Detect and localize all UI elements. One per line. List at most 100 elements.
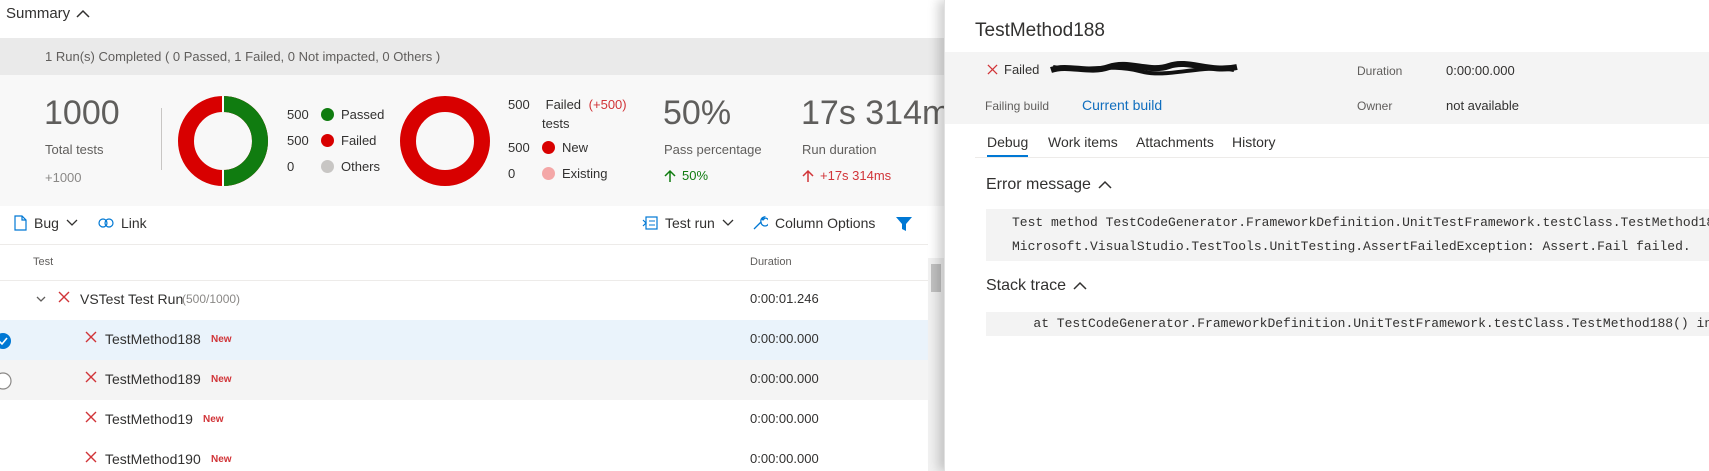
passed-dot-icon — [321, 108, 334, 121]
bug-button[interactable]: Bug — [14, 215, 78, 231]
table-row[interactable]: TestMethod19 New 0:00:00.000 — [0, 400, 928, 440]
chevron-up-icon — [1098, 180, 1112, 189]
details-title: TestMethod188 — [975, 20, 1105, 41]
failed-x-icon — [85, 371, 97, 383]
link-icon — [98, 218, 114, 228]
stack-trace-title: Stack trace — [986, 277, 1067, 294]
table-row[interactable]: TestMethod190 New 0:00:00.000 — [0, 440, 928, 471]
failed-x-icon — [85, 331, 97, 343]
new-badge: New — [211, 334, 232, 345]
failed-x-icon — [987, 63, 998, 75]
pass-percentage-delta: 50% — [664, 168, 708, 183]
stack-trace-box: at TestCodeGenerator.FrameworkDefinition… — [986, 312, 1709, 336]
arrow-up-icon — [664, 169, 676, 182]
test-name: TestMethod188 — [105, 331, 201, 347]
column-header-test[interactable]: Test — [33, 256, 53, 268]
column-options-button[interactable]: Column Options — [752, 215, 875, 231]
legend-failed: 500 Failed — [287, 133, 377, 148]
link-button[interactable]: Link — [98, 215, 147, 231]
wrench-icon — [753, 215, 768, 230]
test-duration: 0:00:00.000 — [750, 451, 819, 466]
failed-x-icon — [85, 411, 97, 423]
tab-history[interactable]: History — [1232, 134, 1276, 150]
divider — [0, 244, 928, 245]
test-run-dropdown[interactable]: Test run — [642, 215, 734, 231]
chevron-down-icon[interactable] — [36, 296, 46, 303]
legend-existing: 0 Existing — [508, 166, 608, 181]
selected-checkbox-icon[interactable] — [0, 331, 13, 351]
run-summary-text: 1 Run(s) Completed ( 0 Passed, 1 Failed,… — [45, 49, 441, 64]
group-duration: 0:00:01.246 — [750, 291, 819, 306]
run-duration-delta: +17s 314ms — [802, 168, 891, 183]
run-duration-value: 17s 314m — [801, 94, 944, 132]
tab-debug[interactable]: Debug — [987, 134, 1029, 157]
legend-others: 0 Others — [287, 159, 381, 174]
group-row[interactable]: VSTest Test Run (500/1000) 0:00:01.246 — [0, 280, 928, 320]
new-dot-icon — [542, 141, 555, 154]
error-message-box: Test method TestCodeGenerator.FrameworkD… — [986, 209, 1709, 261]
test-name: TestMethod19 — [105, 411, 193, 427]
error-line: Microsoft.VisualStudio.TestTools.UnitTes… — [1012, 239, 1691, 254]
group-name: VSTest Test Run — [80, 291, 184, 307]
duration-value: 0:00:00.000 — [1446, 63, 1515, 78]
failed-x-icon — [85, 451, 97, 463]
column-header-duration[interactable]: Duration — [750, 256, 792, 268]
run-duration-label: Run duration — [802, 142, 877, 157]
test-duration: 0:00:00.000 — [750, 331, 819, 346]
row-checkbox-icon[interactable] — [0, 371, 13, 391]
existing-dot-icon — [542, 167, 555, 180]
legend-new: 500 New — [508, 140, 589, 155]
test-duration: 0:00:00.000 — [750, 411, 819, 426]
table-scrollbar[interactable] — [928, 258, 944, 471]
table-row[interactable]: TestMethod188 New 0:00:00.000 — [0, 320, 928, 360]
divider — [161, 108, 162, 170]
test-name: TestMethod190 — [105, 451, 201, 467]
others-dot-icon — [321, 160, 334, 173]
divider — [975, 157, 1709, 158]
group-count: (500/1000) — [182, 292, 241, 306]
test-duration: 0:00:00.000 — [750, 371, 819, 386]
total-tests-label: Total tests — [45, 142, 104, 157]
test-name: TestMethod189 — [105, 371, 201, 387]
total-tests-delta: +1000 — [45, 170, 82, 185]
summary-toggle[interactable]: Summary — [6, 5, 90, 22]
test-details-pane: TestMethod188 Failed Duration 0:00:00.00… — [944, 0, 1709, 471]
pass-percentage-value: 50% — [663, 94, 732, 132]
error-line: Test method TestCodeGenerator.FrameworkD… — [1012, 215, 1709, 230]
failing-build-label: Failing build — [985, 99, 1050, 113]
failures-donut-chart — [400, 96, 490, 186]
arrow-up-icon — [802, 169, 814, 182]
redaction-scribble — [1050, 61, 1239, 76]
stack-trace-toggle[interactable]: Stack trace — [986, 277, 1087, 295]
error-message-toggle[interactable]: Error message — [986, 176, 1112, 194]
scrollbar-thumb[interactable] — [931, 264, 941, 292]
legend-passed: 500 Passed — [287, 107, 385, 122]
filter-button[interactable] — [895, 216, 913, 237]
failed-x-icon — [58, 291, 70, 303]
owner-label: Owner — [1357, 99, 1393, 113]
chevron-up-icon — [1073, 281, 1087, 290]
failed-dot-icon — [321, 134, 334, 147]
chevron-up-icon — [76, 9, 90, 18]
status-failed: Failed — [987, 61, 1239, 77]
failed-tests-label2: tests — [542, 116, 570, 131]
chevron-down-icon — [722, 219, 734, 226]
error-message-title: Error message — [986, 176, 1091, 193]
current-build-link[interactable]: Current build — [1082, 97, 1162, 113]
chevron-down-icon — [66, 219, 78, 226]
filter-icon — [896, 217, 912, 231]
donut-passed-segment — [222, 96, 268, 186]
new-badge: New — [211, 374, 232, 385]
bug-icon — [14, 215, 27, 231]
test-results-pane: Summary 1 Run(s) Completed ( 0 Passed, 1… — [0, 0, 944, 471]
tab-attachments[interactable]: Attachments — [1136, 134, 1214, 150]
failed-tests-header: 500 Failed (+500) — [508, 97, 627, 112]
pass-percentage-label: Pass percentage — [664, 142, 762, 157]
donut-new-segment — [400, 96, 490, 186]
new-badge: New — [211, 454, 232, 465]
grouping-icon — [642, 216, 658, 230]
stack-line: at TestCodeGenerator.FrameworkDefinition… — [1010, 316, 1709, 331]
summary-title: Summary — [6, 5, 71, 22]
tab-work-items[interactable]: Work items — [1048, 134, 1118, 150]
table-row[interactable]: TestMethod189 New 0:00:00.000 — [0, 360, 928, 400]
